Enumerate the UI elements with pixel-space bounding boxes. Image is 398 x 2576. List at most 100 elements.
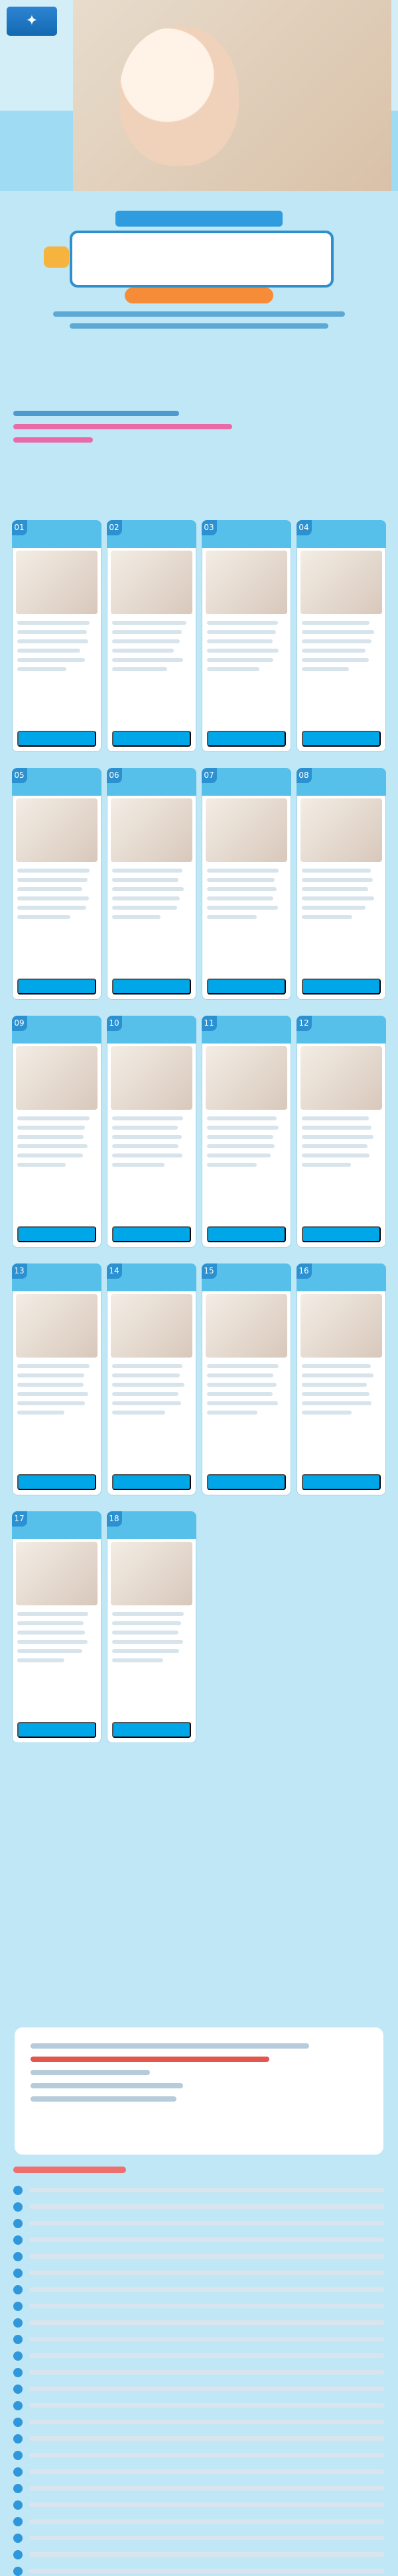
card-photo <box>300 1294 382 1358</box>
card-number: 17 <box>12 1511 27 1527</box>
card-description <box>107 1358 196 1415</box>
vote-button[interactable] <box>302 731 381 747</box>
card-17[interactable]: 17 <box>12 1511 101 1743</box>
note-item <box>13 2533 385 2543</box>
note-item <box>13 2251 385 2261</box>
vote-button[interactable] <box>112 731 191 747</box>
card-number: 06 <box>107 768 122 783</box>
note-item <box>13 2467 385 2477</box>
vote-button[interactable] <box>207 979 286 994</box>
card-header: 12 <box>297 1016 386 1044</box>
promo-copy <box>13 411 239 470</box>
card-photo <box>300 551 382 614</box>
card-13[interactable]: 13 <box>12 1263 101 1495</box>
vote-button[interactable] <box>17 1474 96 1490</box>
card-15[interactable]: 15 <box>202 1263 291 1495</box>
title-section <box>0 199 398 354</box>
card-number: 01 <box>12 520 27 535</box>
note-item <box>13 2268 385 2278</box>
card-01[interactable]: 01 <box>12 520 101 752</box>
card-07[interactable]: 07 <box>202 768 291 1000</box>
note-item <box>13 2334 385 2344</box>
card-photo <box>111 798 192 862</box>
card-number: 04 <box>297 520 312 535</box>
card-11[interactable]: 11 <box>202 1016 291 1248</box>
card-photo <box>206 798 287 862</box>
vote-button[interactable] <box>302 1226 381 1242</box>
vote-button[interactable] <box>112 979 191 994</box>
vote-button[interactable] <box>207 1226 286 1242</box>
note-item <box>13 2400 385 2410</box>
card-description <box>12 1110 101 1167</box>
card-header: 09 <box>12 1016 101 1044</box>
card-description <box>202 1358 291 1415</box>
card-number: 08 <box>297 768 312 783</box>
vote-button[interactable] <box>302 979 381 994</box>
vote-button[interactable] <box>207 731 286 747</box>
card-header: 02 <box>107 520 196 548</box>
event-page: ✦ 01 02 03 04 05 06 07 08 09 10 11 12 13… <box>0 0 398 2576</box>
vote-button[interactable] <box>17 1722 96 1738</box>
vote-button[interactable] <box>17 1226 96 1242</box>
card-number: 13 <box>12 1263 27 1279</box>
vote-button[interactable] <box>17 731 96 747</box>
hero-photo <box>73 0 391 191</box>
card-description <box>297 862 386 919</box>
card-description <box>12 614 101 671</box>
card-header: 10 <box>107 1016 196 1044</box>
vote-button[interactable] <box>207 1474 286 1490</box>
vote-button[interactable] <box>302 1474 381 1490</box>
card-description <box>12 862 101 919</box>
note-item <box>13 2235 385 2245</box>
card-header: 16 <box>297 1263 386 1291</box>
card-number: 07 <box>202 768 217 783</box>
pampers-logo-icon: ✦ <box>25 13 38 29</box>
vote-button[interactable] <box>112 1722 191 1738</box>
card-number: 05 <box>12 768 27 783</box>
note-item <box>13 2185 385 2195</box>
card-number: 16 <box>297 1263 312 1279</box>
card-04[interactable]: 04 <box>297 520 386 752</box>
card-05[interactable]: 05 <box>12 768 101 1000</box>
card-number: 10 <box>107 1016 122 1031</box>
card-photo <box>16 1046 98 1110</box>
card-12[interactable]: 12 <box>297 1016 386 1248</box>
card-description <box>107 862 196 919</box>
card-number: 02 <box>107 520 122 535</box>
card-description <box>12 1605 101 1662</box>
card-number: 15 <box>202 1263 217 1279</box>
note-item <box>13 2450 385 2460</box>
card-header: 07 <box>202 768 291 796</box>
card-14[interactable]: 14 <box>107 1263 196 1495</box>
card-photo <box>16 798 98 862</box>
card-description <box>107 1110 196 1167</box>
card-02[interactable]: 02 <box>107 520 196 752</box>
card-10[interactable]: 10 <box>107 1016 196 1248</box>
card-description <box>202 1110 291 1167</box>
card-description <box>12 1358 101 1415</box>
intro-line-2 <box>70 323 328 329</box>
promo-line-1 <box>13 411 179 416</box>
card-03[interactable]: 03 <box>202 520 291 752</box>
card-08[interactable]: 08 <box>297 768 386 1000</box>
note-item <box>13 2284 385 2294</box>
info-headline <box>31 2043 309 2049</box>
card-16[interactable]: 16 <box>297 1263 386 1495</box>
card-09[interactable]: 09 <box>12 1016 101 1248</box>
card-description <box>297 1358 386 1415</box>
card-photo <box>16 551 98 614</box>
headline-box <box>70 231 334 288</box>
card-18[interactable]: 18 <box>107 1511 196 1743</box>
vote-button[interactable] <box>112 1474 191 1490</box>
card-photo <box>300 1046 382 1110</box>
note-item <box>13 2417 385 2427</box>
vote-button[interactable] <box>17 979 96 994</box>
card-06[interactable]: 06 <box>107 768 196 1000</box>
vote-button[interactable] <box>112 1226 191 1242</box>
card-photo <box>111 551 192 614</box>
card-header: 04 <box>297 520 386 548</box>
card-photo <box>111 1046 192 1110</box>
card-photo <box>16 1542 98 1605</box>
headline-accent-icon <box>44 246 69 268</box>
card-description <box>202 862 291 919</box>
